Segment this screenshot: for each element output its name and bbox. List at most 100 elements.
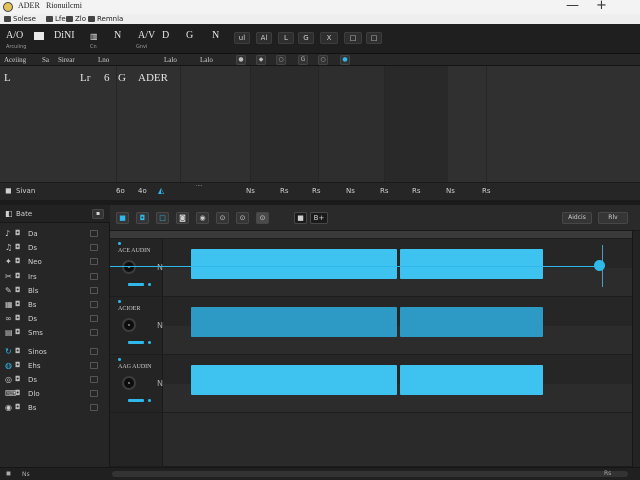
item-preview-icon[interactable] <box>90 258 98 266</box>
upper-footer-item[interactable]: Rs <box>312 187 321 195</box>
track-volume-knob[interactable] <box>122 260 136 274</box>
browser-icon[interactable]: ◧ <box>5 209 13 218</box>
arrangement-tool-button[interactable]: ◉ <box>196 212 209 224</box>
item-preview-icon[interactable] <box>90 390 98 398</box>
toolbar2-button[interactable]: G <box>298 55 308 65</box>
status-icon[interactable]: ◼ <box>6 470 11 477</box>
menu-item-window[interactable]: Remnla <box>88 15 123 23</box>
toolbar-label-midi[interactable]: DiNI <box>54 30 75 41</box>
toolbar-button[interactable]: Al <box>256 32 272 44</box>
browser-item[interactable]: ◍ ◘ Ehs <box>0 359 108 373</box>
track-volume-knob[interactable] <box>122 318 136 332</box>
arrangement-tool-button[interactable]: ◙ <box>176 212 189 224</box>
browser-item[interactable]: ◎ ◘ Ds <box>0 373 108 387</box>
toolbar2-button[interactable]: ○ <box>276 55 286 65</box>
maximize-button[interactable]: + <box>596 0 607 13</box>
arrangement-tool-button[interactable]: ⊙ <box>256 212 269 224</box>
track-volume-knob[interactable] <box>122 376 136 390</box>
track-lane[interactable] <box>163 297 632 354</box>
toolbar-label-n[interactable]: N <box>114 30 121 41</box>
arrangement-tool-button[interactable]: ◘ <box>136 212 149 224</box>
upper-footer-item[interactable]: Ns <box>446 187 455 195</box>
audio-clip[interactable] <box>400 249 543 279</box>
toolbar-label-audio[interactable]: A/O <box>6 30 23 41</box>
item-preview-icon[interactable] <box>90 315 98 323</box>
play-icon[interactable]: ◭ <box>158 186 164 195</box>
toolbar-button[interactable]: □ <box>344 32 362 44</box>
upper-footer-item[interactable]: Rs <box>412 187 421 195</box>
audio-clip[interactable] <box>191 249 397 279</box>
browser-item[interactable]: ✂ ◘ Irs <box>0 270 108 284</box>
upper-footer-item[interactable]: Rs <box>482 187 491 195</box>
toolbar2-item[interactable]: Sa <box>42 56 49 64</box>
audio-clip[interactable] <box>400 365 543 395</box>
minimize-button[interactable]: — <box>566 0 579 13</box>
menu-item-view[interactable]: Zlo <box>66 15 86 23</box>
menu-item-edit[interactable]: Lfe <box>46 15 66 23</box>
upper-footer-item[interactable]: Rs <box>380 187 389 195</box>
track-lane[interactable] <box>163 239 632 296</box>
upper-footer-item[interactable]: 6o <box>116 187 125 195</box>
browser-item[interactable]: ↻ ◘ Sinos <box>0 345 108 359</box>
record-icon[interactable] <box>34 32 44 40</box>
audio-clip[interactable] <box>191 307 397 337</box>
folder-icon[interactable]: ◼ <box>5 186 12 195</box>
playhead-handle[interactable] <box>594 260 605 271</box>
item-preview-icon[interactable] <box>90 347 98 355</box>
browser-menu-button[interactable]: ▪ <box>92 209 104 219</box>
upper-footer-item[interactable]: 4o <box>138 187 147 195</box>
arrangement-tool-button[interactable]: B+ <box>310 212 328 224</box>
audio-clip[interactable] <box>400 307 543 337</box>
toolbar-button[interactable]: □ <box>366 32 382 44</box>
arrangement-tool-button[interactable]: ■ <box>294 212 307 224</box>
browser-item[interactable]: ⌨ ◘ Dlo <box>0 387 108 401</box>
toolbar2-item[interactable]: Lalo <box>164 56 177 64</box>
audio-clip[interactable] <box>191 365 397 395</box>
horizontal-scrollbar[interactable] <box>112 471 628 477</box>
item-preview-icon[interactable] <box>90 272 98 280</box>
arrangement-tool-button[interactable]: ■ <box>116 212 129 224</box>
browser-item[interactable]: ✦ ◘ Neo <box>0 255 108 269</box>
item-preview-icon[interactable] <box>90 361 98 369</box>
menu-item-file[interactable]: Solese <box>4 15 36 23</box>
toolbar2-item[interactable]: Lalo <box>200 56 213 64</box>
item-preview-icon[interactable] <box>90 230 98 237</box>
item-preview-icon[interactable] <box>90 329 98 337</box>
timeline-ruler[interactable] <box>110 231 640 239</box>
toolbar2-button[interactable]: ● <box>236 55 246 65</box>
browser-item[interactable]: ∞ ◘ Ds <box>0 312 108 326</box>
arrangement-tool-button[interactable]: □ <box>156 212 169 224</box>
arrangement-view-button[interactable]: Aidcis <box>562 212 592 224</box>
toolbar2-item[interactable]: Lno <box>98 56 109 64</box>
toolbar2-button[interactable]: ◆ <box>256 55 266 65</box>
item-preview-icon[interactable] <box>90 286 98 294</box>
toolbar-label-av[interactable]: A/V <box>138 30 155 41</box>
toolbar2-item[interactable]: Aceiing <box>4 56 26 64</box>
browser-item[interactable]: ♫ ◘ Ds <box>0 241 108 255</box>
arrangement-tool-button[interactable]: ⊙ <box>236 212 249 224</box>
toolbar2-button[interactable]: ○ <box>318 55 328 65</box>
toolbar2-button[interactable]: ● <box>340 55 350 65</box>
browser-item[interactable]: ♪ ◘ Da <box>0 227 108 241</box>
toolbar-label-g[interactable]: G <box>186 30 193 41</box>
item-preview-icon[interactable] <box>90 376 98 383</box>
upper-footer-item[interactable]: Ns <box>346 187 355 195</box>
toolbar-button[interactable]: G <box>298 32 314 44</box>
upper-footer-item[interactable]: Rs <box>280 187 289 195</box>
toolbar-label-n2[interactable]: N <box>212 30 219 41</box>
upper-footer-item[interactable]: Ns <box>246 187 255 195</box>
vertical-scrollbar[interactable] <box>632 231 640 467</box>
toolbar2-item[interactable]: Sirear <box>58 56 75 64</box>
arrangement-tool-button[interactable]: ⊙ <box>216 212 229 224</box>
item-preview-icon[interactable] <box>90 404 98 412</box>
browser-item[interactable]: ▤ ◘ Sms <box>0 326 108 340</box>
toolbar-button[interactable]: L <box>278 32 294 44</box>
item-preview-icon[interactable] <box>90 301 98 308</box>
track-lane[interactable] <box>163 355 632 412</box>
arrangement-view-button[interactable]: Rlv <box>598 212 628 224</box>
toolbar-button[interactable]: ul <box>234 32 250 44</box>
toolbar-button[interactable]: X <box>320 32 338 44</box>
midi-icon[interactable]: ▥ <box>90 32 98 41</box>
browser-item[interactable]: ▦ ◘ Bs <box>0 298 108 312</box>
browser-item[interactable]: ✎ ◘ Bls <box>0 284 108 298</box>
